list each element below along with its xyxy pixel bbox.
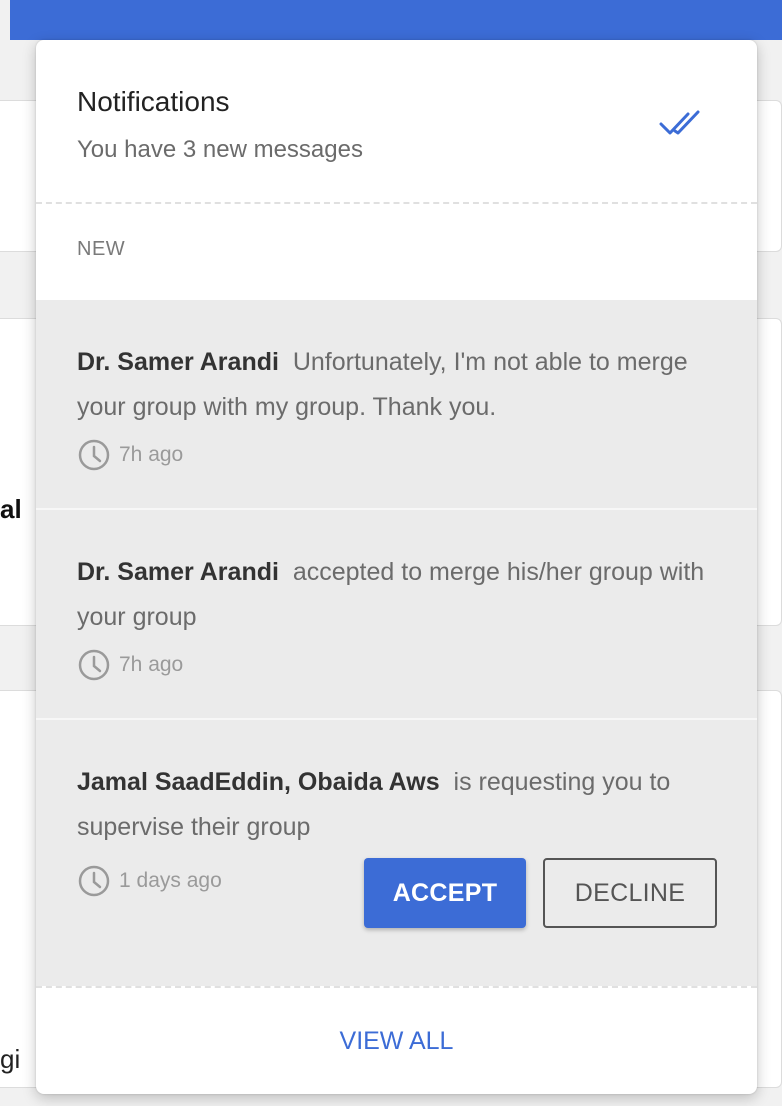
- notification-sender: Dr. Samer Arandi: [77, 348, 279, 376]
- notification-text: Dr. Samer Arandi accepted to merge his/h…: [77, 550, 727, 640]
- notification-item[interactable]: Dr. Samer Arandi accepted to merge his/h…: [36, 510, 757, 720]
- notifications-header: Notifications You have 3 new messages: [36, 40, 757, 202]
- clock-icon: [78, 649, 110, 681]
- notification-time-label: 7h ago: [119, 443, 184, 466]
- notification-text: Dr. Samer Arandi Unfortunately, I'm not …: [77, 340, 727, 430]
- double-check-icon: [659, 110, 700, 135]
- notifications-title: Notifications: [77, 86, 230, 117]
- view-all-link[interactable]: VIEW ALL: [36, 988, 757, 1094]
- mark-all-read-button[interactable]: [658, 106, 704, 140]
- notification-sender: Jamal SaadEddin, Obaida Aws: [77, 768, 440, 796]
- background-text-fragment: gi: [0, 1044, 21, 1074]
- notification-item[interactable]: Dr. Samer Arandi Unfortunately, I'm not …: [36, 300, 757, 510]
- notifications-subtitle: You have 3 new messages: [77, 136, 363, 163]
- notification-time: 7h ago: [77, 438, 183, 472]
- notification-sender: Dr. Samer Arandi: [77, 558, 279, 586]
- app-header-bar: [10, 0, 782, 40]
- clock-icon: [78, 439, 110, 471]
- notification-time: 7h ago: [77, 648, 183, 682]
- decline-button[interactable]: DECLINE: [543, 858, 717, 928]
- background-text-fragment: al: [0, 494, 22, 524]
- notifications-panel: Notifications You have 3 new messages NE…: [36, 40, 757, 1094]
- notification-time: 1 days ago: [77, 864, 222, 898]
- notification-time-label: 1 days ago: [119, 869, 222, 892]
- clock-icon: [78, 865, 110, 897]
- notification-text: Jamal SaadEddin, Obaida Aws is requestin…: [77, 760, 727, 850]
- notification-time-label: 7h ago: [119, 653, 184, 676]
- accept-button[interactable]: ACCEPT: [364, 858, 526, 928]
- section-label-new: NEW: [77, 238, 126, 260]
- divider: [36, 202, 757, 204]
- notification-item[interactable]: Jamal SaadEddin, Obaida Aws is requestin…: [36, 720, 757, 986]
